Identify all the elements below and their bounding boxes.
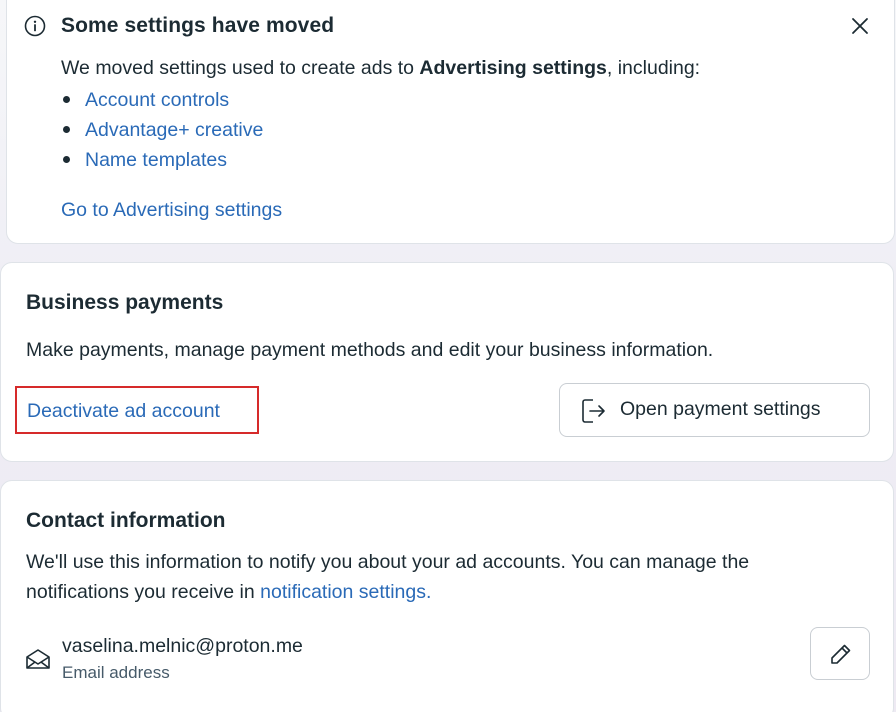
- settings-moved-notice: Some settings have moved We moved settin…: [6, 0, 895, 244]
- contact-description-line1: We'll use this information to notify you…: [26, 551, 750, 573]
- payments-description: Make payments, manage payment methods an…: [26, 339, 714, 361]
- email-value: vaselina.melnic@proton.me: [62, 635, 303, 657]
- deactivate-ad-account-link[interactable]: Deactivate ad account: [27, 400, 220, 423]
- edit-email-button[interactable]: [810, 627, 870, 680]
- moved-settings-list: Account controls Advantage+ creative Nam…: [61, 85, 263, 175]
- open-payment-settings-button[interactable]: Open payment settings: [559, 383, 870, 437]
- contact-description-prefix: notifications you receive in: [26, 581, 261, 603]
- email-label: Email address: [62, 663, 170, 682]
- notice-body-text: We moved settings used to create ads to: [61, 57, 420, 79]
- pencil-icon: [831, 644, 851, 664]
- contact-title: Contact information: [26, 509, 226, 532]
- deactivate-highlight: Deactivate ad account: [15, 386, 259, 434]
- notice-body: We moved settings used to create ads to …: [61, 57, 700, 80]
- notice-title: Some settings have moved: [61, 14, 335, 37]
- notification-settings-link[interactable]: notification settings.: [260, 581, 431, 603]
- open-payment-settings-label: Open payment settings: [620, 398, 821, 420]
- info-icon: [24, 15, 46, 37]
- advantage-creative-link[interactable]: Advantage+ creative: [85, 119, 263, 141]
- notice-body-bold: Advertising settings: [419, 57, 607, 79]
- contact-information-card: Contact information We'll use this infor…: [0, 480, 894, 712]
- list-item: Account controls: [61, 85, 263, 115]
- payments-title: Business payments: [26, 291, 224, 314]
- close-icon[interactable]: [850, 16, 870, 36]
- list-item: Name templates: [61, 145, 263, 175]
- go-to-advertising-settings-link[interactable]: Go to Advertising settings: [61, 199, 282, 222]
- external-open-icon: [582, 399, 605, 423]
- business-payments-card: Business payments Make payments, manage …: [0, 262, 894, 462]
- list-item: Advantage+ creative: [61, 115, 263, 145]
- name-templates-link[interactable]: Name templates: [85, 149, 227, 171]
- contact-description: We'll use this information to notify you…: [26, 547, 749, 607]
- contact-description-line2: notifications you receive in notificatio…: [26, 577, 749, 607]
- envelope-icon: [26, 649, 50, 669]
- notice-body-suffix: , including:: [606, 57, 701, 79]
- account-controls-link[interactable]: Account controls: [85, 89, 229, 111]
